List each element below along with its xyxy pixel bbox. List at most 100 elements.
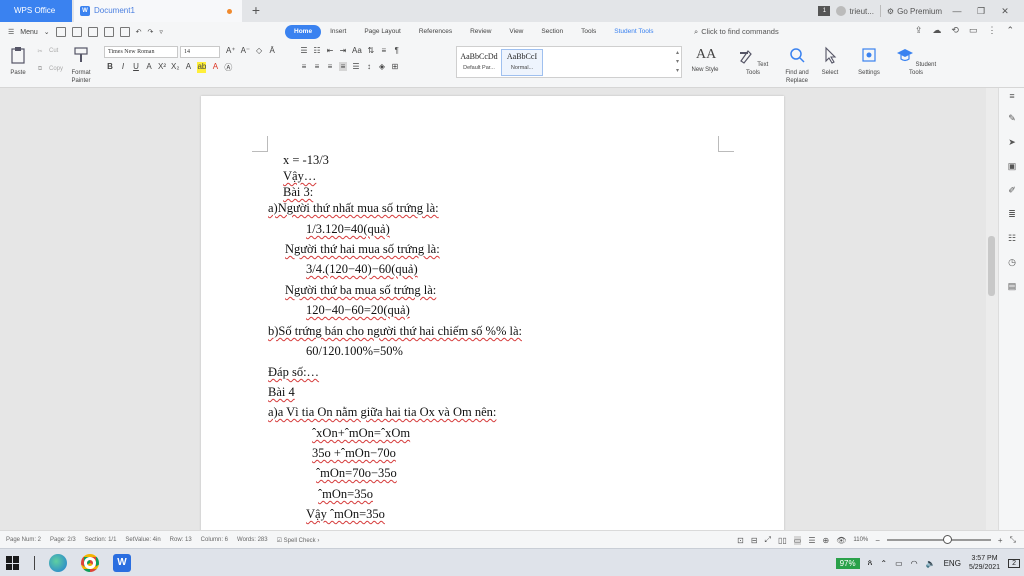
print-preview-icon[interactable]: [119, 27, 130, 37]
new-style-button[interactable]: AA New Style: [686, 46, 724, 74]
export-icon[interactable]: [87, 27, 98, 37]
pen-icon[interactable]: ✎: [1006, 112, 1018, 124]
cloud-icon[interactable]: ☁: [932, 25, 941, 36]
line-spacing-icon[interactable]: ↕: [365, 62, 373, 71]
select-button[interactable]: Select: [816, 46, 844, 77]
document-tab[interactable]: W Document1: [74, 0, 242, 22]
language-indicator[interactable]: ENG: [944, 559, 961, 568]
zoom-in-icon[interactable]: +: [998, 536, 1003, 545]
adjust-icon[interactable]: ☷: [1006, 232, 1018, 244]
justify-icon[interactable]: ≡: [339, 62, 347, 71]
focus-mode-icon[interactable]: ⊡: [737, 536, 744, 545]
wps-writer-icon[interactable]: W: [113, 554, 131, 572]
edit-icon[interactable]: ✐: [1006, 184, 1018, 196]
notification-badge[interactable]: 2: [1008, 558, 1020, 568]
increase-indent-icon[interactable]: ⇥: [339, 46, 347, 55]
numbering-icon[interactable]: ☷: [313, 46, 321, 55]
paste-button[interactable]: Paste: [6, 46, 30, 77]
people-icon[interactable]: ጰ: [868, 558, 873, 568]
zoom-level[interactable]: 110%: [853, 537, 868, 543]
tab-student-tools[interactable]: Student Tools: [605, 25, 662, 39]
menu-button[interactable]: Menu: [20, 29, 38, 36]
tab-references[interactable]: References: [410, 25, 461, 39]
tab-review[interactable]: Review: [461, 25, 500, 39]
tab-view[interactable]: View: [500, 25, 532, 39]
comment-icon[interactable]: ▭: [969, 25, 978, 36]
text-color-icon[interactable]: A: [211, 62, 219, 73]
align-right-icon[interactable]: ≡: [326, 62, 334, 71]
strikethrough-icon[interactable]: X²: [158, 62, 166, 73]
wps-office-tab[interactable]: WPS Office: [0, 0, 72, 22]
shrink-font-icon[interactable]: A⁻: [241, 46, 251, 55]
redo-icon[interactable]: ↷: [148, 28, 154, 36]
windows-start-icon[interactable]: [6, 556, 20, 570]
sort-icon[interactable]: ⇅: [367, 46, 375, 55]
page-num[interactable]: Page Num: 2: [6, 537, 41, 543]
tab-page-layout[interactable]: Page Layout: [355, 25, 410, 39]
pinyin-icon[interactable]: Ā: [268, 46, 276, 55]
set-value[interactable]: SetValue: 4in: [125, 537, 160, 543]
volume-icon[interactable]: 🔈: [926, 559, 936, 568]
lock-icon[interactable]: ▣: [1006, 160, 1018, 172]
save-icon[interactable]: [71, 27, 82, 37]
open-icon[interactable]: [55, 27, 66, 37]
decrease-indent-icon[interactable]: ⇤: [326, 46, 334, 55]
backup-icon[interactable]: ▤: [1006, 280, 1018, 292]
char-border-icon[interactable]: Ⓐ: [224, 62, 232, 73]
minimize-button[interactable]: —: [948, 6, 966, 16]
user-account[interactable]: trieut...: [836, 6, 874, 16]
wifi-icon[interactable]: ◠: [911, 559, 918, 568]
column[interactable]: Column: 6: [201, 537, 228, 543]
tab-tools[interactable]: Tools: [572, 25, 605, 39]
history-icon[interactable]: ⟲: [951, 25, 959, 36]
tray-up-icon[interactable]: ⌃: [880, 559, 887, 568]
page-view-icon[interactable]: ▭: [793, 535, 802, 545]
clear-format-icon[interactable]: ◇: [255, 46, 263, 55]
find-replace-button[interactable]: Find and Replace: [780, 46, 814, 85]
go-premium-button[interactable]: ⚙ Go Premium: [887, 7, 942, 16]
collapse-ribbon-icon[interactable]: ⌃: [1006, 25, 1014, 36]
gallery-scroll[interactable]: ▴ ▾ ▾: [676, 49, 679, 76]
close-button[interactable]: ✕: [996, 6, 1014, 17]
zoom-slider-knob[interactable]: [942, 535, 952, 544]
align-center-icon[interactable]: ≡: [313, 62, 321, 71]
web-view-icon[interactable]: ⊕: [822, 536, 829, 545]
text-tools-button[interactable]: Text Tools: [734, 46, 772, 77]
underline-icon[interactable]: U: [132, 62, 140, 73]
restore-button[interactable]: ❐: [972, 6, 990, 17]
grow-font-icon[interactable]: A⁺: [226, 46, 236, 55]
command-search[interactable]: ⌕ Click to find commands: [694, 25, 779, 39]
format-icon[interactable]: ≣: [1006, 208, 1018, 220]
scrollbar-thumb[interactable]: [988, 236, 995, 296]
cut-button[interactable]: ✂ Cut: [36, 48, 58, 55]
change-case-icon[interactable]: Aa: [352, 46, 362, 55]
read-mode-icon[interactable]: ▯▯: [778, 536, 787, 545]
tab-home[interactable]: Home: [285, 25, 322, 39]
page-count[interactable]: Page: 2/3: [50, 537, 76, 543]
word-count[interactable]: Words: 283: [237, 537, 268, 543]
bullets-icon[interactable]: ☰: [300, 46, 308, 55]
eye-protect-icon[interactable]: 👁: [836, 536, 846, 545]
align-left-icon[interactable]: ≡: [300, 62, 308, 71]
borders-icon[interactable]: ⊞: [391, 62, 399, 71]
sidebar-toggle-icon[interactable]: ≡: [1006, 90, 1018, 102]
history-icon[interactable]: ◷: [1006, 256, 1018, 268]
zoom-slider[interactable]: [886, 535, 991, 544]
more-icon[interactable]: ⋮: [987, 25, 996, 36]
settings-button[interactable]: Settings: [852, 46, 886, 77]
student-tools-button[interactable]: Student Tools: [892, 46, 940, 77]
window-count-badge[interactable]: 1: [818, 6, 831, 16]
edge-icon[interactable]: [49, 554, 67, 572]
bold-icon[interactable]: B: [106, 62, 114, 73]
spacing-icon[interactable]: ≡: [380, 46, 388, 55]
undo-icon[interactable]: ↶: [136, 28, 142, 36]
chrome-icon[interactable]: [81, 554, 99, 572]
copy-button[interactable]: ⧉ Copy: [36, 66, 63, 73]
spell-check-button[interactable]: ☑ Spell Check ›: [277, 537, 320, 544]
font-color-dropdown-icon[interactable]: A: [145, 62, 153, 73]
new-tab-button[interactable]: +: [248, 2, 264, 18]
format-painter-button[interactable]: Format Painter: [66, 46, 96, 85]
menu-icon[interactable]: ☰: [8, 28, 14, 36]
distributed-icon[interactable]: ☰: [352, 62, 360, 71]
style-normal[interactable]: AaBbCcI Normal...: [501, 49, 543, 76]
